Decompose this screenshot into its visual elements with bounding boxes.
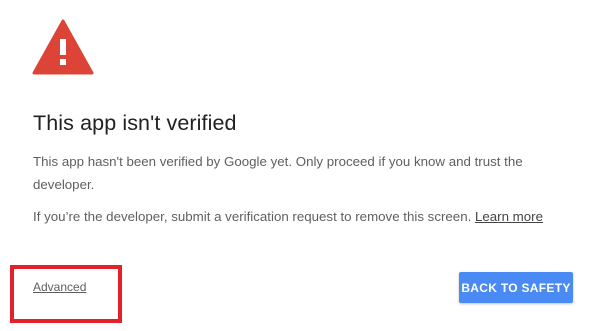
warning-triangle-icon: [32, 19, 94, 75]
not-verified-message: This app hasn't been verified by Google …: [33, 154, 523, 192]
developer-message-text: If you’re the developer, submit a verifi…: [33, 209, 475, 224]
advanced-link[interactable]: Advanced: [33, 280, 86, 294]
back-to-safety-button[interactable]: BACK TO SAFETY: [459, 272, 573, 303]
highlight-annotation-box: [10, 265, 122, 323]
learn-more-link[interactable]: Learn more: [475, 209, 543, 224]
developer-message: If you’re the developer, submit a verifi…: [33, 206, 573, 229]
unverified-app-page: This app isn't verified This app hasn't …: [0, 0, 610, 331]
page-title: This app isn't verified: [33, 111, 237, 135]
